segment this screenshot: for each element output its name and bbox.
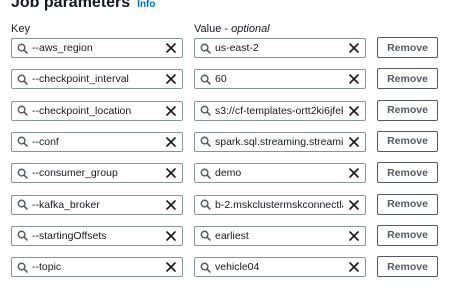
value-input[interactable]: us-east-2 [194,38,366,58]
key-input-value: --startingOffsets [32,229,107,242]
section-title: Job parameters [11,0,131,11]
clear-icon[interactable] [160,227,182,245]
key-input[interactable]: --aws_region [11,38,183,58]
remove-button[interactable]: Remove [377,130,438,152]
clear-icon[interactable] [343,39,365,57]
remove-button[interactable]: Remove [377,256,438,278]
clear-icon[interactable] [343,258,365,276]
value-column-label: Value - optional [194,23,270,35]
section-header: Job parameters Info [11,0,156,12]
value-input-value: vehicle04 [215,261,260,274]
parameter-row: --checkpoint_location s3://cf-templates-o… [0,99,474,121]
value-input-value: b-2.mskclustermskconnectla.rvr [215,198,343,211]
search-icon [12,258,32,276]
search-icon [195,102,215,120]
clear-icon[interactable] [343,227,365,245]
parameter-row: --topic vehicle04 Remove [0,256,474,278]
key-input[interactable]: --topic [11,257,183,278]
value-input[interactable]: spark.sql.streaming.streamingQ [194,131,366,152]
value-input-value: us-east-2 [215,42,259,54]
value-column-text: Value - [194,23,232,35]
value-input-value: spark.sql.streaming.streamingQ [215,135,343,148]
optional-label: optional [231,23,270,35]
parameter-row: --startingOffsets earliest Remove [0,224,474,246]
value-input[interactable]: b-2.mskclustermskconnectla.rvr [194,194,366,215]
search-icon [195,70,215,88]
remove-button[interactable]: Remove [377,193,438,215]
clear-icon[interactable] [160,196,182,214]
clear-icon[interactable] [343,70,365,88]
clear-icon[interactable] [160,133,182,151]
search-icon [12,164,32,182]
clear-icon[interactable] [160,102,182,120]
key-input-value: --aws_region [32,42,93,54]
key-input-value: --checkpoint_location [32,104,132,117]
value-input[interactable]: vehicle04 [194,257,366,278]
key-input[interactable]: --kafka_broker [11,194,183,215]
parameter-row: --kafka_broker b-2.mskclustermskconnectla… [0,193,474,215]
key-input-value: --topic [32,261,62,274]
clear-icon[interactable] [343,102,365,120]
value-input[interactable]: s3://cf-templates-ortt2ki6jfek-u [194,100,366,121]
parameter-row: --consumer_group demo Remove [0,162,474,184]
search-icon [195,196,215,214]
clear-icon[interactable] [343,164,365,182]
key-input-value: --consumer_group [32,167,118,180]
search-icon [12,133,32,151]
remove-button[interactable]: Remove [377,68,438,90]
search-icon [195,39,215,57]
key-input[interactable]: --consumer_group [11,163,183,184]
value-input[interactable]: 60 [194,69,366,90]
search-icon [12,227,32,245]
search-icon [195,227,215,245]
key-input[interactable]: --startingOffsets [11,225,183,246]
remove-button[interactable]: Remove [377,162,438,184]
key-input-value: --kafka_broker [32,198,100,211]
clear-icon[interactable] [160,39,182,57]
key-input-value: --checkpoint_interval [32,73,129,86]
value-input-value: 60 [215,73,227,86]
search-icon [195,258,215,276]
key-input-value: --conf [32,135,59,148]
clear-icon[interactable] [160,258,182,276]
search-icon [12,102,32,120]
clear-icon[interactable] [160,70,182,88]
search-icon [195,164,215,182]
key-column-label: Key [11,23,30,35]
key-input[interactable]: --conf [11,131,183,152]
parameter-row: --conf spark.sql.streaming.streamingQ Remo… [0,130,474,152]
search-icon [12,39,32,57]
remove-button[interactable]: Remove [377,99,438,121]
clear-icon[interactable] [343,133,365,151]
search-icon [12,70,32,88]
clear-icon[interactable] [343,196,365,214]
value-input-value: s3://cf-templates-ortt2ki6jfek-u [215,104,343,117]
key-input[interactable]: --checkpoint_interval [11,69,183,90]
search-icon [12,196,32,214]
job-parameters-panel: Job parameters Info Key Value - optional… [0,0,474,287]
info-link[interactable]: Info [137,0,155,10]
clear-icon[interactable] [160,164,182,182]
search-icon [195,133,215,151]
value-input[interactable]: demo [194,163,366,184]
remove-button[interactable]: Remove [377,224,438,246]
parameter-row: --checkpoint_interval 60 Remove [0,68,474,90]
value-input[interactable]: earliest [194,225,366,246]
value-input-value: earliest [215,229,249,242]
parameter-row: --aws_region us-east-2 Remove [0,37,474,58]
key-input[interactable]: --checkpoint_location [11,100,183,121]
value-input-value: demo [215,167,242,180]
remove-button[interactable]: Remove [377,37,438,58]
